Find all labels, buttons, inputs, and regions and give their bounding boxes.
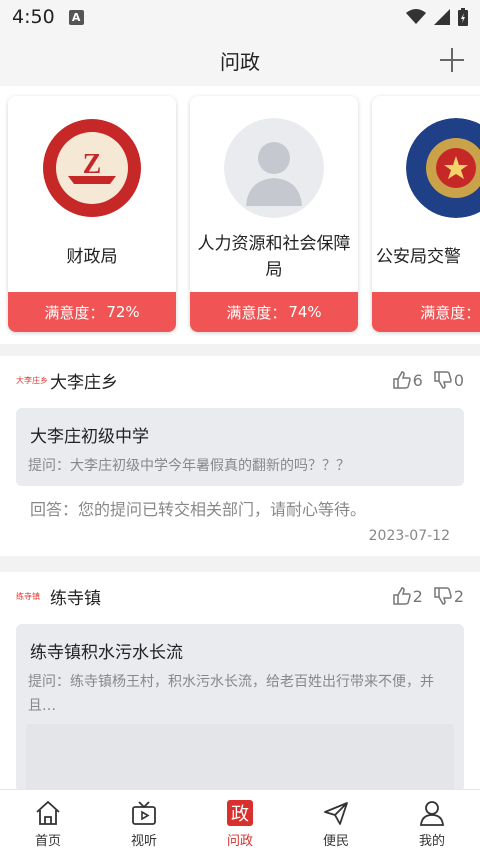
- department-name: 人力资源和社会保障局: [197, 234, 351, 280]
- satisfaction-bar: 满意度： 74%: [190, 292, 358, 332]
- tab-media[interactable]: 视听: [96, 790, 192, 853]
- satisfaction-label: 满意度：: [44, 303, 105, 322]
- question-box[interactable]: 练寺镇积水污水长流 提问：练寺镇杨王村，积水污水长流，给老百姓出行带来不便，并且…: [16, 624, 464, 814]
- question-card[interactable]: 大李庄乡 大李庄乡 6 0 大李庄初级中学 提问：大李庄初级中学今年暑假真的翻新…: [0, 356, 480, 556]
- question-box[interactable]: 大李庄初级中学 提问：大李庄初级中学今年暑假真的翻新的吗？？？: [16, 408, 464, 486]
- department-card-hr[interactable]: 人力资源和社会保障局 满意度： 74%: [190, 96, 358, 332]
- svg-text:Z: Z: [83, 149, 102, 180]
- like-button[interactable]: 6: [392, 370, 423, 390]
- send-icon: [321, 798, 351, 828]
- town-tag: 大李庄乡: [16, 376, 48, 385]
- dislike-button[interactable]: 0: [433, 370, 464, 390]
- tab-profile[interactable]: 我的: [384, 790, 480, 853]
- town-name: 练寺镇: [50, 589, 101, 609]
- status-bar: 4:50 A: [0, 0, 480, 34]
- question-card[interactable]: 练寺镇 练寺镇 2 2 练寺镇积水污水长流 提问：练寺镇杨王村，积水污水长流，给…: [0, 572, 480, 814]
- tab-label: 视听: [130, 834, 157, 849]
- question-text: 提问：大李庄初级中学今年暑假真的翻新的吗？？？: [28, 458, 350, 474]
- department-name: 财政局: [66, 247, 118, 267]
- town-name: 大李庄乡: [50, 373, 118, 393]
- satisfaction-bar: 满意度： 72%: [8, 292, 176, 332]
- question-date: 2023-07-12: [368, 528, 450, 544]
- thumbs-down-icon: [434, 587, 452, 605]
- signal-icon: [434, 9, 450, 25]
- status-time: 4:50: [12, 6, 55, 28]
- like-button[interactable]: 2: [392, 586, 423, 606]
- satisfaction-label: 满意度：: [420, 303, 480, 322]
- notification-icon: A: [68, 9, 84, 25]
- satisfaction-value: 72%: [106, 303, 140, 321]
- tab-label: 首页: [34, 834, 61, 849]
- user-icon: [417, 798, 447, 828]
- town-tag: 练寺镇: [16, 592, 40, 601]
- home-icon: [33, 798, 63, 828]
- department-name: 公安局交警: [376, 247, 461, 267]
- thumbs-down-icon: [434, 371, 452, 389]
- satisfaction-bar: 满意度： 7: [372, 292, 480, 332]
- police-emblem-icon: [406, 118, 480, 218]
- tab-wenzheng[interactable]: 政 问政: [192, 790, 288, 853]
- question-text: 提问：练寺镇杨王村，积水污水长流，给老百姓出行带来不便，并且…: [28, 674, 434, 714]
- question-card-header: 练寺镇 练寺镇 2 2: [0, 572, 480, 622]
- dislike-count: 0: [453, 370, 464, 390]
- like-count: 2: [412, 586, 423, 606]
- dislike-count: 2: [453, 586, 464, 606]
- tab-label: 便民: [322, 834, 349, 849]
- votes: 6 0: [392, 370, 464, 390]
- department-card-finance[interactable]: Z 财政局 满意度： 72%: [8, 96, 176, 332]
- status-icons: [406, 8, 468, 26]
- votes: 2 2: [392, 586, 464, 606]
- answer-text: 回答：您的提问已转交相关部门，请耐心等待。: [30, 500, 367, 519]
- caizheng-logo-icon: Z: [42, 118, 142, 218]
- tab-label: 问政: [226, 834, 253, 849]
- like-count: 6: [412, 370, 423, 390]
- department-card-police[interactable]: 公安局交警 满意度： 7: [372, 96, 480, 332]
- thumbs-up-icon: [392, 587, 411, 605]
- wifi-icon: [406, 9, 426, 24]
- tab-home[interactable]: 首页: [0, 790, 96, 853]
- question-title: 大李庄初级中学: [30, 427, 149, 447]
- satisfaction-value: 74%: [288, 303, 322, 321]
- bottom-tab-bar: 首页 视听 政 问政 便民 我的: [0, 789, 480, 853]
- zheng-icon: 政: [225, 798, 255, 828]
- plus-icon[interactable]: [438, 46, 466, 74]
- dislike-button[interactable]: 2: [433, 586, 464, 606]
- default-avatar-icon: [224, 118, 324, 218]
- tab-label: 我的: [418, 834, 445, 849]
- battery-icon: [458, 8, 468, 26]
- tab-services[interactable]: 便民: [288, 790, 384, 853]
- thumbs-up-icon: [392, 371, 411, 389]
- department-carousel[interactable]: Z 财政局 满意度： 72% 人力资源和社会保障局 满意度： 74% 公安局交警…: [0, 86, 480, 344]
- question-title: 练寺镇积水污水长流: [30, 643, 183, 663]
- tv-icon: [129, 798, 159, 828]
- page-title: 问政: [220, 49, 260, 74]
- satisfaction-label: 满意度：: [226, 303, 287, 322]
- question-card-header: 大李庄乡 大李庄乡 6 0: [0, 356, 480, 406]
- header: 问政: [0, 34, 480, 86]
